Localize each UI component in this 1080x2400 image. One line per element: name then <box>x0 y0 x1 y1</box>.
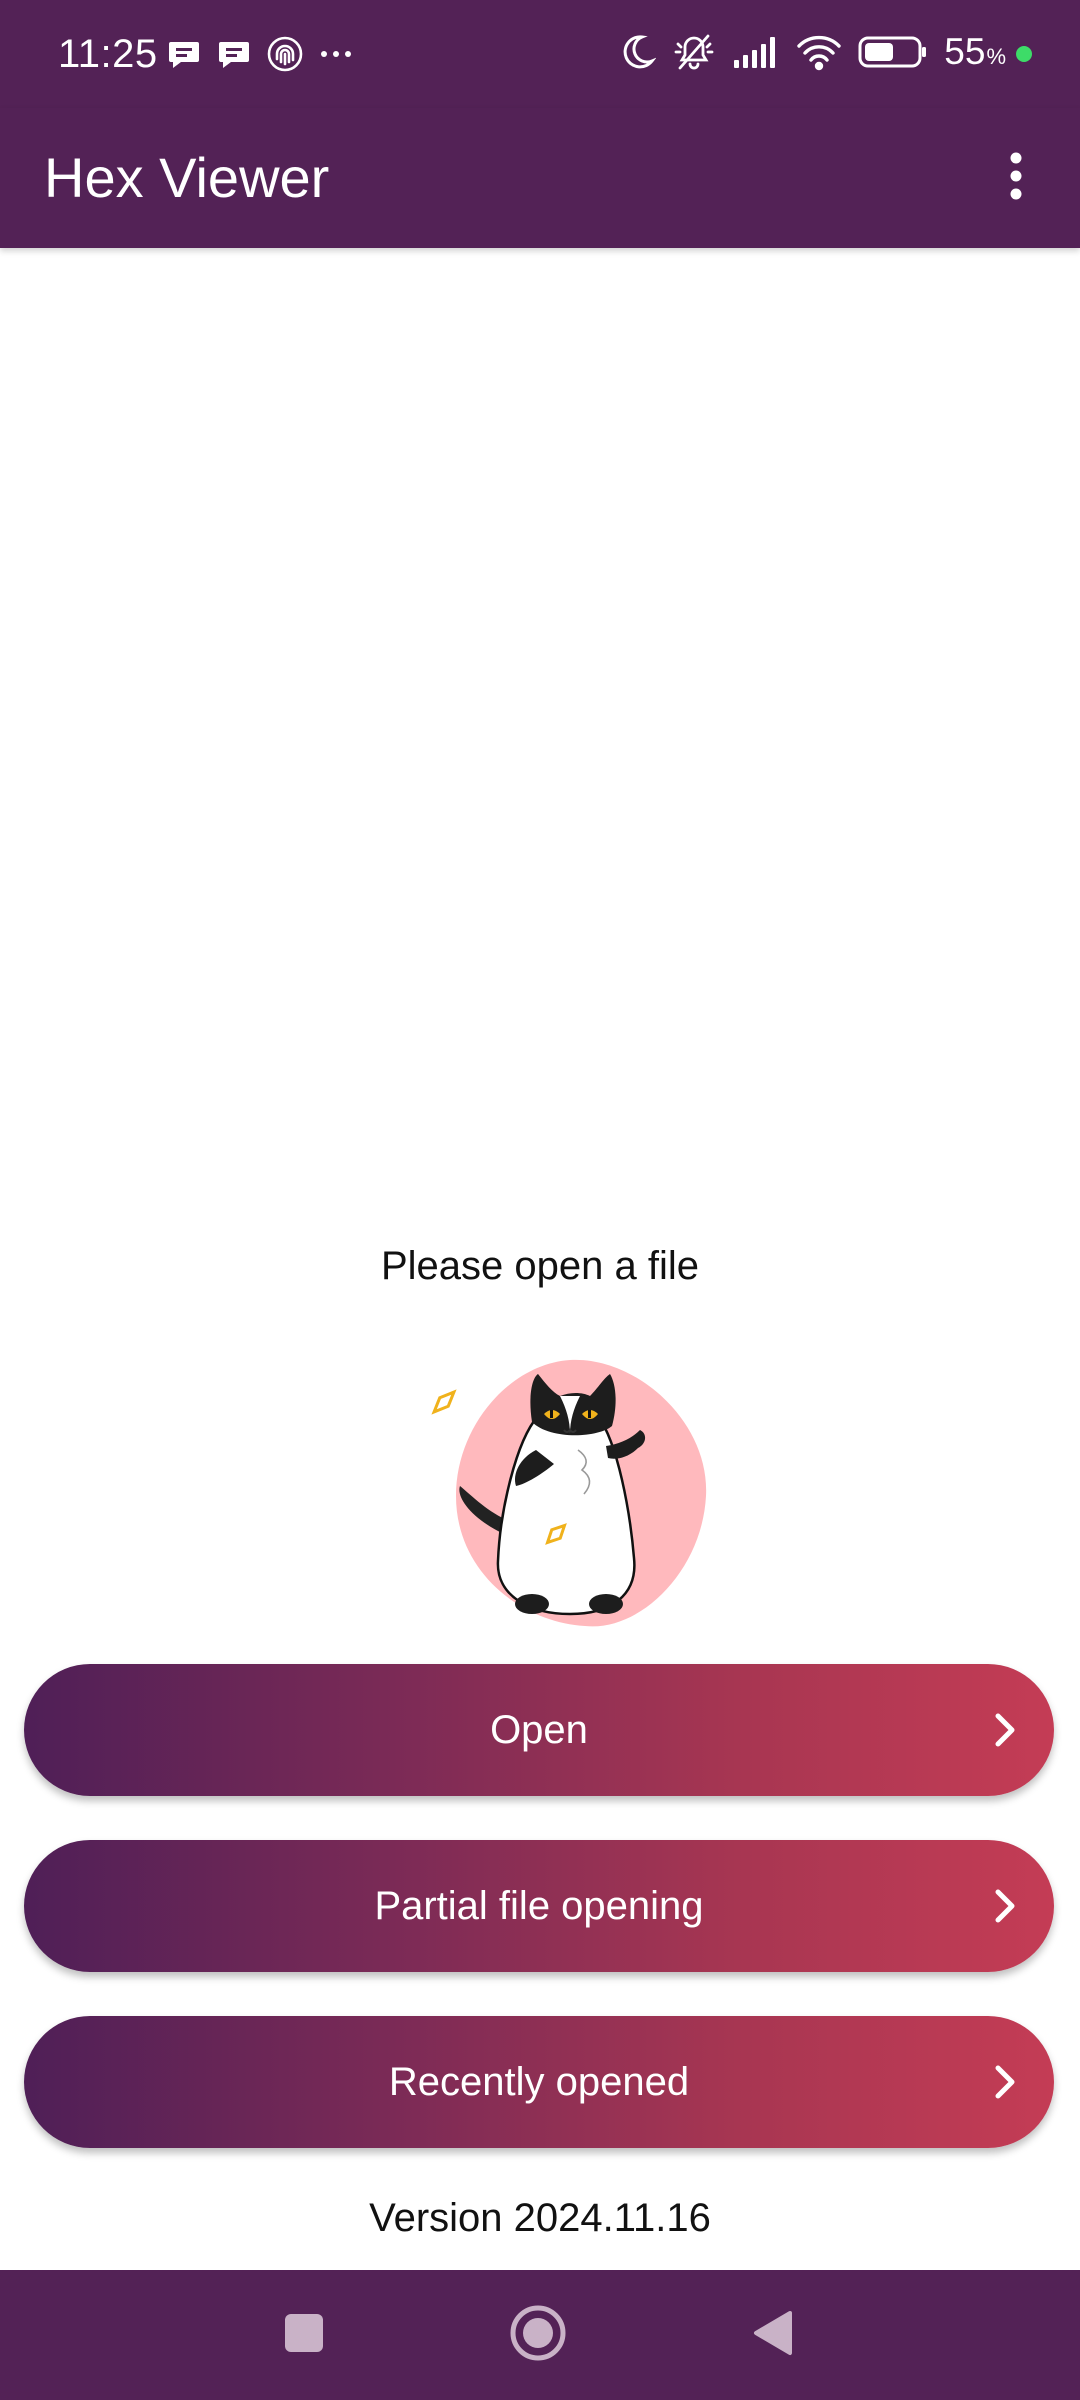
recents-icon <box>283 2312 325 2359</box>
partial-button-label: Partial file opening <box>374 1883 704 1928</box>
recent-button-label: Recently opened <box>388 2059 690 2104</box>
wifi-icon <box>796 33 842 76</box>
app-bar: Hex Viewer <box>0 108 1080 248</box>
recently-opened-button[interactable]: Recently opened <box>24 2016 1054 2148</box>
battery-percent: 55% <box>944 28 1006 81</box>
message-icon <box>216 36 252 72</box>
version-text: Version 2024.11.16 <box>369 2196 711 2240</box>
chevron-right-icon <box>978 2056 1030 2108</box>
chevron-right-icon <box>978 1880 1030 1932</box>
overflow-menu-button[interactable] <box>976 138 1056 218</box>
battery-icon <box>858 35 928 74</box>
signal-icon <box>732 34 780 75</box>
message-icon <box>166 36 202 72</box>
more-dots-icon <box>318 36 354 72</box>
partial-file-opening-button[interactable]: Partial file opening <box>24 1840 1054 1972</box>
home-button[interactable] <box>498 2295 578 2375</box>
home-icon <box>508 2303 568 2368</box>
app-screen: 11:25 55 % Hex Viewer Please open a file… <box>0 0 1080 2400</box>
chevron-right-icon <box>978 1704 1030 1756</box>
charging-dot <box>1016 46 1032 62</box>
open-button[interactable]: Open <box>24 1664 1054 1796</box>
notification-icons <box>166 34 354 74</box>
system-status-icons: 55% <box>618 30 1032 78</box>
vibrate-off-icon <box>672 32 716 77</box>
moon-icon <box>618 33 657 76</box>
status-bar: 11:25 55 % <box>0 0 1080 108</box>
status-time: 11:25 <box>58 32 158 76</box>
cat-illustration <box>420 1346 720 1636</box>
back-icon <box>750 2309 794 2362</box>
battery-percent-unit: % <box>986 43 1006 69</box>
empty-state-message: Please open a file <box>380 1244 699 1288</box>
back-button[interactable] <box>732 2295 812 2375</box>
system-nav-bar <box>0 2270 1080 2400</box>
recents-button[interactable] <box>264 2295 344 2375</box>
app-title: Hex Viewer <box>44 146 330 209</box>
battery-percent-value: 55 <box>944 30 986 72</box>
more-vert-icon <box>1006 151 1026 206</box>
fingerprint-icon <box>266 35 304 73</box>
open-button-label: Open <box>490 1707 588 1752</box>
